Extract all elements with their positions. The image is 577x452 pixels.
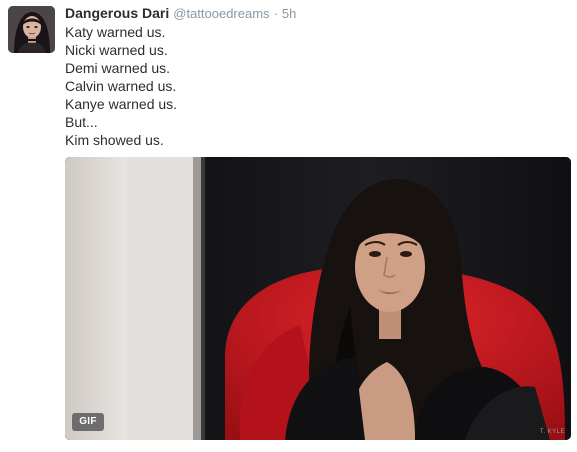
tweet-line: But... <box>65 114 98 130</box>
tweet-line: Nicki warned us. <box>65 42 168 58</box>
tweet-header: Dangerous Dari @tattooedreams · 5h <box>65 4 296 23</box>
avatar-image <box>8 6 55 53</box>
user-avatar[interactable] <box>8 6 55 53</box>
tweet-line: Kim showed us. <box>65 132 164 148</box>
tweet-timestamp[interactable]: 5h <box>282 6 296 21</box>
gif-watermark: T. KYLE <box>539 429 565 435</box>
tweet-line: Katy warned us. <box>65 24 166 40</box>
tweet-text: Katy warned us. Nicki warned us. Demi wa… <box>65 23 177 149</box>
gif-badge: GIF <box>72 413 104 431</box>
tweet-card[interactable]: Dangerous Dari @tattooedreams · 5h Katy war… <box>0 0 577 452</box>
meta-separator: · <box>273 6 278 21</box>
user-handle[interactable]: @tattooedreams <box>173 6 269 21</box>
gif-media[interactable]: GIF T. KYLE <box>65 157 571 440</box>
display-name[interactable]: Dangerous Dari <box>65 5 169 21</box>
tweet-line: Calvin warned us. <box>65 78 177 94</box>
gif-frame <box>65 157 571 440</box>
tweet-line: Demi warned us. <box>65 60 171 76</box>
tweet-line: Kanye warned us. <box>65 96 178 112</box>
